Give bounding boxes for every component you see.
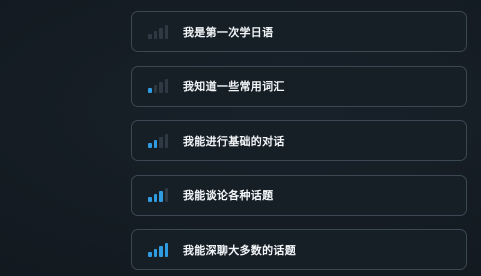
signal-bar — [159, 245, 163, 257]
level-option-label: 我能深聊大多数的话题 — [183, 243, 296, 257]
signal-bar — [153, 194, 157, 202]
signal-bar — [153, 139, 157, 148]
level-options-list: 我是第一次学日语 我知道一些常用词汇 我能进行基础的对话 我能谈论各种话题 我能… — [131, 11, 467, 276]
level-option-various-topics[interactable]: 我能谈论各种话题 — [131, 174, 467, 216]
signal-bar — [148, 88, 152, 93]
signal-level-2-icon — [148, 133, 170, 148]
level-option-label: 我是第一次学日语 — [183, 25, 274, 39]
signal-bar — [164, 133, 168, 148]
signal-bar — [148, 251, 152, 257]
signal-bar — [164, 188, 168, 202]
signal-bar — [164, 79, 168, 93]
signal-level-1-icon — [148, 79, 170, 93]
level-option-in-depth[interactable]: 我能深聊大多数的话题 — [131, 229, 467, 270]
signal-bar — [164, 24, 168, 39]
level-option-basic-conversation[interactable]: 我能进行基础的对话 — [131, 120, 467, 161]
level-option-label: 我能进行基础的对话 — [183, 134, 285, 148]
language-level-screen: 我是第一次学日语 我知道一些常用词汇 我能进行基础的对话 我能谈论各种话题 我能… — [0, 0, 481, 276]
level-option-beginner[interactable]: 我是第一次学日语 — [131, 11, 467, 52]
level-option-label: 我知道一些常用词汇 — [183, 80, 285, 93]
signal-bar — [148, 142, 152, 148]
signal-bar — [159, 191, 163, 202]
level-option-some-vocabulary[interactable]: 我知道一些常用词汇 — [131, 65, 467, 107]
signal-bar — [164, 242, 168, 257]
signal-level-4-icon — [148, 242, 170, 257]
signal-bar — [159, 27, 163, 39]
signal-bar — [153, 248, 157, 257]
level-option-label: 我能谈论各种话题 — [183, 189, 274, 202]
signal-level-0-icon — [148, 24, 170, 39]
signal-bar — [148, 197, 152, 202]
signal-bar — [159, 82, 163, 93]
signal-level-3-icon — [148, 188, 170, 202]
signal-bar — [153, 85, 157, 93]
signal-bar — [159, 136, 163, 148]
signal-bar — [148, 33, 152, 39]
signal-bar — [153, 30, 157, 39]
